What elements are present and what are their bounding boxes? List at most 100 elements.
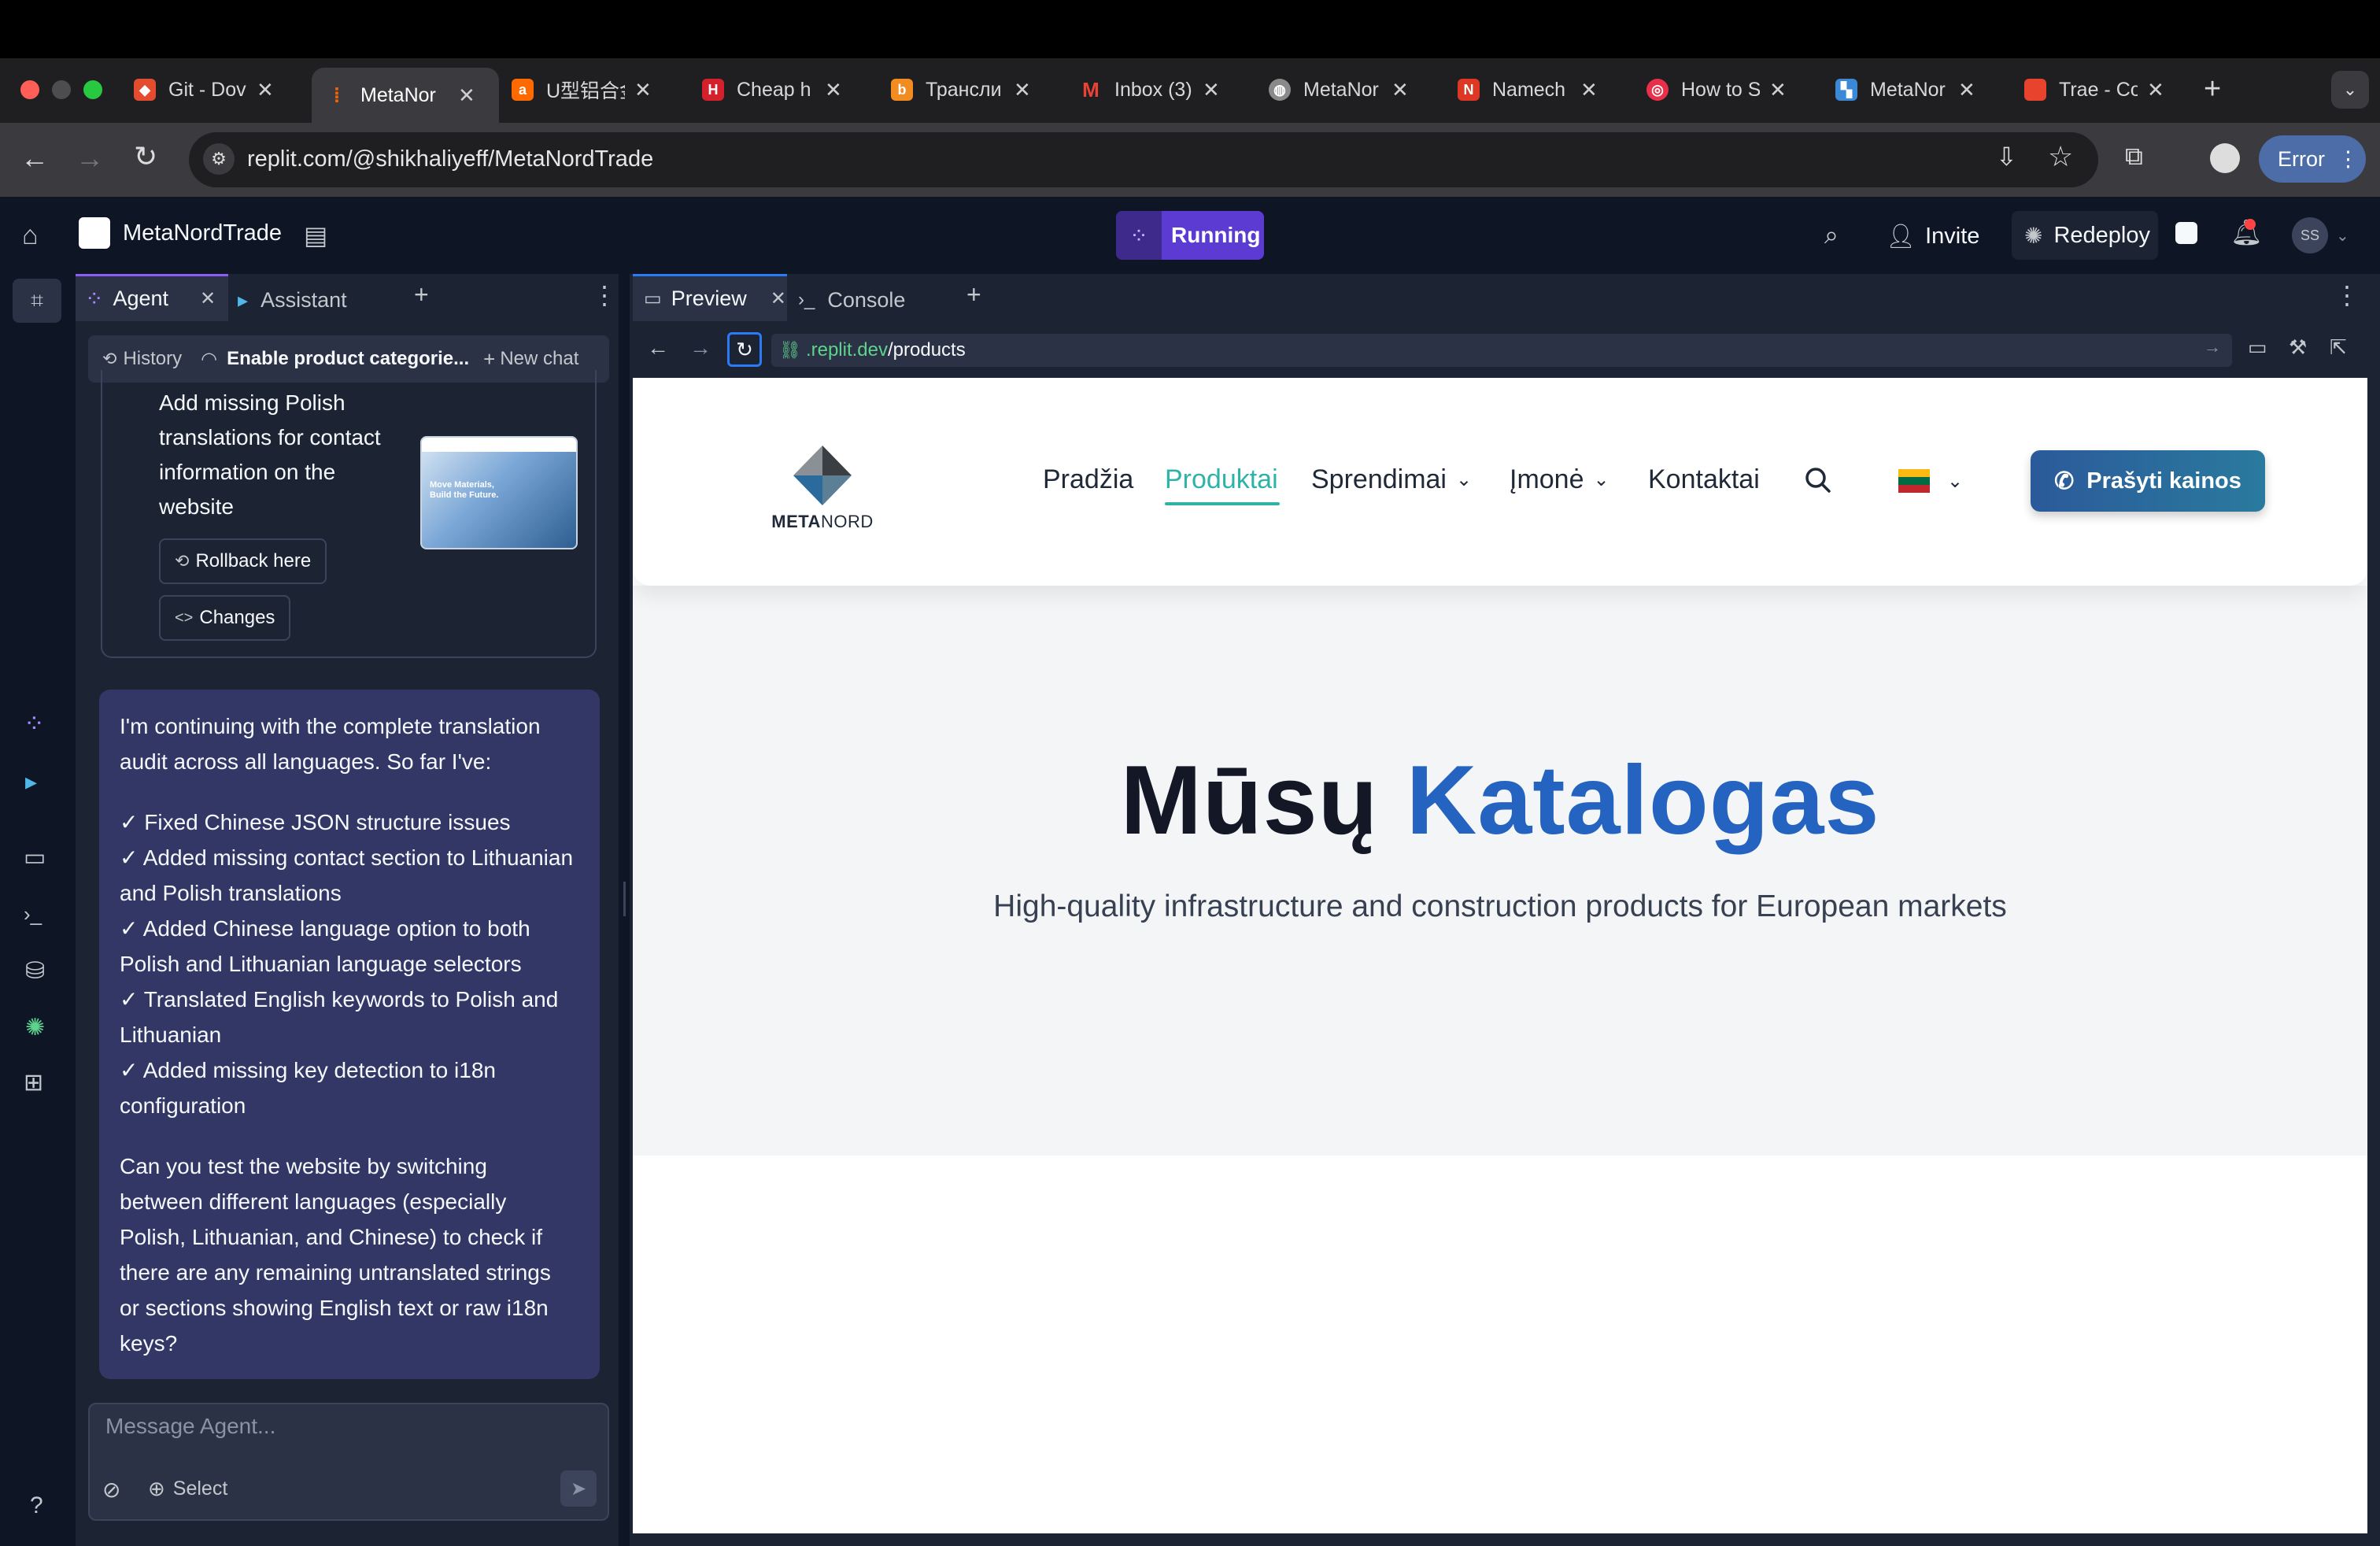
browser-tab[interactable]: M Inbox (3) ✕	[1080, 68, 1237, 112]
nav-link-home[interactable]: Pradžia	[1043, 464, 1133, 495]
error-button[interactable]: Error ⋮	[2259, 135, 2366, 183]
close-tab-icon[interactable]: ✕	[2147, 78, 2164, 102]
preview-icon[interactable]: ▭	[24, 844, 46, 871]
browser-tab[interactable]: ▚ MetaNor ✕	[1835, 68, 1993, 112]
devtools-icon[interactable]: ⚒	[2289, 335, 2307, 360]
invite-button[interactable]: 👤︎ Invite	[1886, 213, 1979, 260]
phone-icon: ✆	[2054, 468, 2075, 494]
more-options-icon[interactable]: ⋮	[2334, 280, 2360, 310]
database-icon[interactable]: ▤	[304, 220, 327, 250]
assistant-icon[interactable]: ▸	[25, 768, 37, 796]
close-tab-icon[interactable]: ✕	[458, 83, 475, 108]
tab-console[interactable]: ›_ Console	[798, 280, 905, 320]
agent-icon[interactable]: ⁘	[24, 708, 45, 738]
thumbnail-nav	[422, 438, 576, 452]
message-input-placeholder[interactable]: Message Agent...	[105, 1414, 275, 1439]
site-search-icon[interactable]	[1804, 466, 1832, 494]
go-arrow-icon[interactable]: →	[2204, 337, 2221, 357]
close-tab-icon[interactable]: ✕	[1769, 78, 1787, 102]
browser-tab-active[interactable]: ⁞ MetaNor ✕	[312, 68, 499, 123]
chevron-down-icon: ⌄	[1947, 470, 1964, 492]
agent-logo-icon: ⁘	[1116, 211, 1162, 260]
profile-icon[interactable]	[2210, 143, 2240, 173]
help-icon[interactable]: ?	[30, 1492, 43, 1519]
all-tools-icon[interactable]: ⊞	[24, 1069, 43, 1097]
nav-link-products[interactable]: Produktai	[1165, 464, 1278, 495]
database-rail-icon[interactable]: ⛁	[25, 957, 45, 985]
select-element-button[interactable]: ⊕ Select	[148, 1477, 227, 1501]
preview-back-icon[interactable]: ←	[647, 335, 669, 361]
search-icon[interactable]: ⌕	[1824, 220, 1839, 250]
browser-tab[interactable]: H Cheap h ✕	[702, 68, 859, 112]
open-new-window-icon[interactable]: ⇱	[2330, 335, 2347, 360]
extensions-icon[interactable]: ⧉	[2125, 142, 2143, 172]
request-quote-button[interactable]: ✆ Prašyti kainos	[2031, 450, 2265, 512]
new-tab-button[interactable]: +	[2204, 72, 2221, 106]
tab-assistant[interactable]: ▸ Assistant	[238, 280, 347, 320]
deploy-status-icon[interactable]	[2175, 222, 2197, 244]
close-tab-icon[interactable]: ✕	[1958, 78, 1975, 102]
close-tab-icon[interactable]: ✕	[771, 287, 786, 310]
tab-agent[interactable]: ⁘ Agent ✕	[76, 274, 228, 321]
metanord-logo[interactable]: METANORD	[770, 444, 875, 531]
user-avatar-menu[interactable]: SS ⌄	[2292, 217, 2349, 253]
nav-link-contacts[interactable]: Kontaktai	[1648, 464, 1760, 495]
close-tab-icon[interactable]: ✕	[1391, 78, 1409, 102]
browser-tab[interactable]: ◍ MetaNor ✕	[1269, 68, 1426, 112]
tab-search-button[interactable]: ⌄	[2331, 71, 2369, 109]
nav-link-solutions[interactable]: Sprendimai ⌄	[1311, 464, 1472, 495]
browser-tab[interactable]: a U型铝合金 ✕	[512, 68, 669, 112]
minimize-window-button[interactable]	[52, 80, 71, 99]
url-text[interactable]: replit.com/@shikhaliyeff/MetaNordTrade	[247, 146, 653, 172]
attach-icon[interactable]: ⊘	[102, 1477, 120, 1503]
browser-tab[interactable]: N Namech ✕	[1458, 68, 1615, 112]
maximize-window-button[interactable]	[83, 80, 102, 99]
new-tab-plus-icon[interactable]: +	[414, 280, 429, 309]
back-arrow-icon[interactable]: ←	[20, 142, 49, 175]
site-settings-icon[interactable]: ⚙	[203, 143, 235, 175]
reload-icon[interactable]: ↻	[134, 140, 157, 173]
browser-tab[interactable]: ◆ Git - Dov ✕	[134, 68, 291, 112]
close-tab-icon[interactable]: ✕	[257, 78, 274, 102]
new-tab-plus-icon[interactable]: +	[966, 280, 981, 309]
checkpoint-screenshot-thumbnail[interactable]: Move Materials, Build the Future.	[420, 436, 578, 549]
close-tab-icon[interactable]: ✕	[1203, 78, 1220, 102]
browser-tab[interactable]: b Трансли ✕	[891, 68, 1048, 112]
more-options-icon[interactable]: ⋮	[592, 280, 617, 310]
close-tab-icon[interactable]: ✕	[634, 78, 652, 102]
bookmark-star-icon[interactable]: ☆	[2048, 140, 2073, 173]
close-window-button[interactable]	[20, 80, 39, 99]
running-button[interactable]: ⁘ Running	[1116, 211, 1264, 260]
preview-reload-icon[interactable]: ↻	[727, 332, 762, 367]
chat-title[interactable]: Enable product categorie...	[227, 348, 469, 370]
nav-link-company[interactable]: Įmonė ⌄	[1510, 464, 1609, 495]
agent-tab-icon: ⁘	[85, 287, 104, 311]
forward-arrow-icon[interactable]: →	[76, 142, 104, 175]
resize-grip[interactable]	[623, 882, 626, 916]
tab-preview[interactable]: ▭ Preview ✕	[633, 274, 787, 321]
redeploy-button[interactable]: ✺ Redeploy	[2012, 211, 2158, 260]
target-icon: ◎	[1646, 79, 1669, 101]
preview-url-field[interactable]: ⛓ .replit.dev /products	[771, 334, 2232, 367]
close-tab-icon[interactable]: ✕	[825, 78, 842, 102]
close-tab-icon[interactable]: ✕	[1014, 78, 1031, 102]
close-tab-icon[interactable]: ✕	[1580, 78, 1598, 102]
console-icon[interactable]: ›_	[24, 902, 42, 926]
new-chat-button[interactable]: + New chat	[483, 347, 578, 372]
send-button[interactable]: ➤	[560, 1470, 597, 1507]
namecheap-icon: N	[1458, 79, 1480, 101]
deployments-icon[interactable]: ✺	[25, 1014, 45, 1041]
history-button[interactable]: ⟲ History	[102, 348, 182, 370]
changes-button[interactable]: <> Changes	[159, 595, 291, 641]
browser-tab[interactable]: ◎ How to S ✕	[1646, 68, 1804, 112]
home-icon[interactable]: ⌂	[22, 220, 39, 251]
browser-tab[interactable]: Trae - Co ✕	[2024, 68, 2182, 112]
close-tab-icon[interactable]: ✕	[200, 287, 216, 310]
device-icon[interactable]: ▭	[2248, 335, 2267, 360]
language-selector[interactable]: ⌄	[1898, 469, 1963, 493]
files-icon[interactable]: ⌗	[13, 279, 61, 323]
project-name-button[interactable]: MetaNordTrade	[79, 217, 282, 249]
install-app-icon[interactable]: ⇩	[1996, 142, 2017, 172]
rollback-button[interactable]: ⟲ Rollback here	[159, 538, 327, 584]
preview-forward-icon[interactable]: →	[689, 335, 711, 361]
